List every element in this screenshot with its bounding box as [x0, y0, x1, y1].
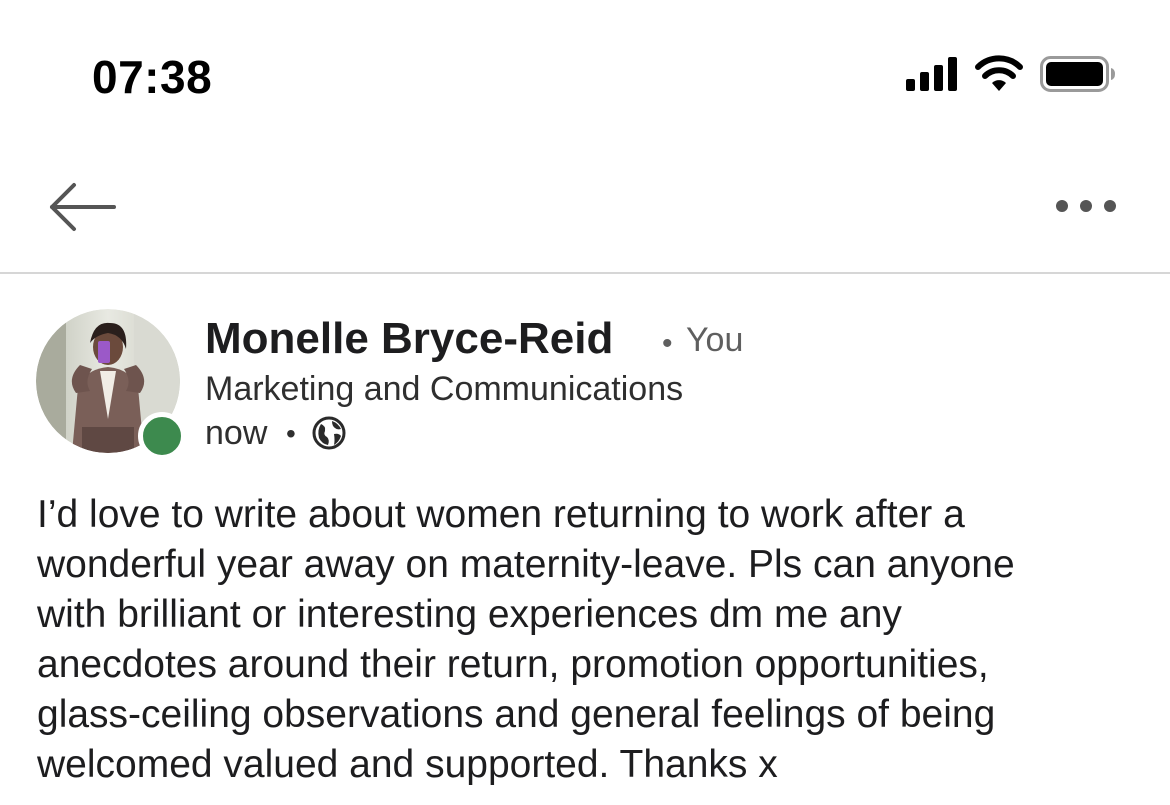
post-detail-screen: 07:38 Monelle Bryce-Reid • You Marketing…: [0, 0, 1170, 805]
globe-icon: [312, 416, 346, 450]
back-arrow-icon[interactable]: [46, 178, 120, 236]
author-headline: Marketing and Communications: [205, 370, 684, 408]
wifi-icon: [975, 55, 1023, 91]
connection-degree: You: [686, 321, 744, 359]
battery-icon: [1040, 56, 1115, 92]
more-options-icon[interactable]: [1050, 186, 1122, 226]
post-timestamp: now: [205, 414, 268, 452]
post-author-header: Monelle Bryce-Reid • You Marketing and C…: [0, 300, 1170, 470]
time-separator: •: [286, 418, 296, 449]
top-nav-bar: [0, 150, 1170, 274]
degree-separator: •: [662, 327, 673, 360]
cellular-signal-icon: [906, 57, 957, 91]
author-name[interactable]: Monelle Bryce-Reid: [205, 314, 613, 364]
post-body-text: I’d love to write about women returning …: [37, 493, 1015, 786]
online-status-indicator: [138, 412, 186, 460]
status-time: 07:38: [92, 51, 213, 103]
status-bar: 07:38: [0, 0, 1170, 150]
